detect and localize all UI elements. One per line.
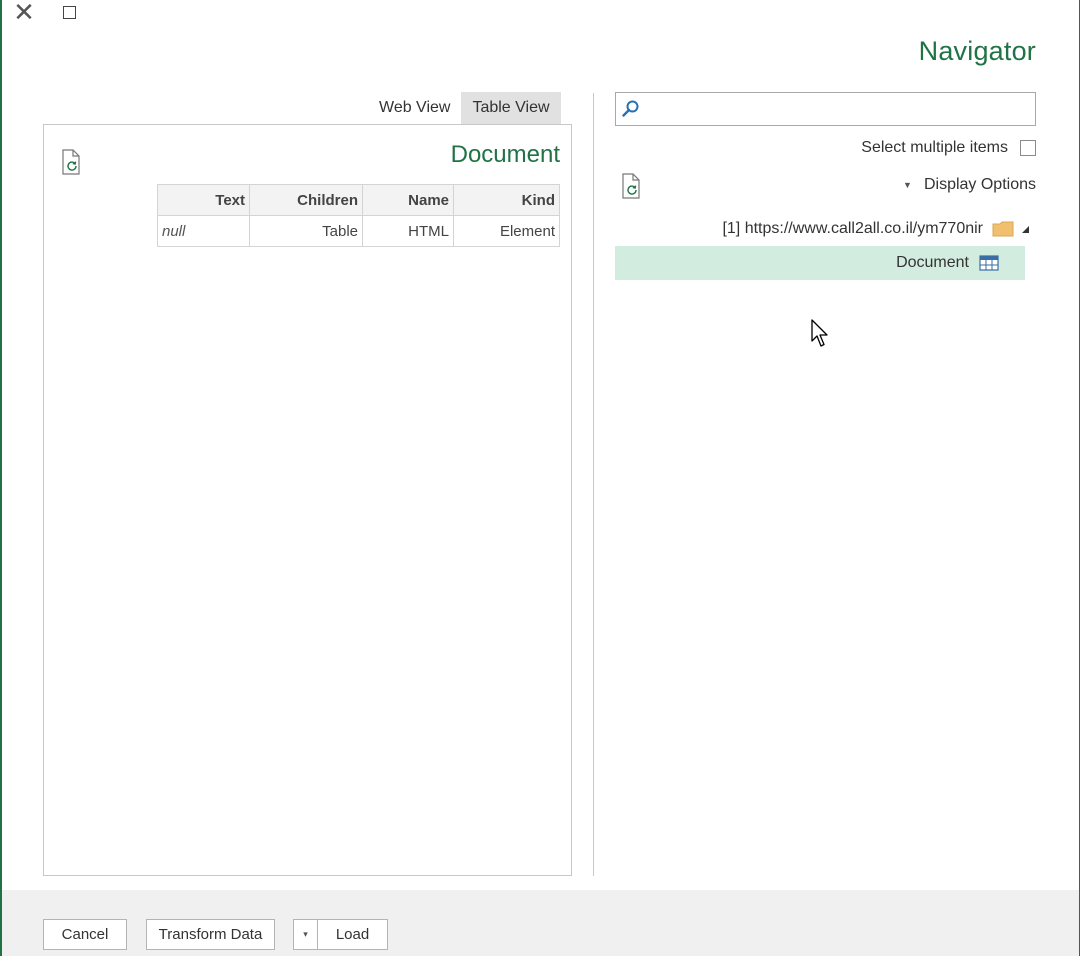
select-multiple-label: Select multiple items [861,139,1008,156]
cell-children[interactable]: Table [249,215,363,247]
tree-item-document[interactable]: Document [615,246,1025,280]
search-input[interactable] [646,93,1031,125]
display-options-label: Display Options [923,176,1036,193]
tree-item-label: Document [896,254,969,271]
mouse-cursor-icon [811,319,828,347]
column-header-kind[interactable]: Kind [453,184,560,216]
load-dropdown-button[interactable]: ▾ [293,919,318,950]
load-button[interactable]: Load [317,919,388,950]
cancel-button[interactable]: Cancel [43,919,127,950]
maximize-square [62,6,76,19]
refresh-icon[interactable] [620,173,642,199]
tree-root-node[interactable]: [1] https://www.call2all.co.il/ym770nir [722,217,1030,241]
preview-table: Text Children Name Kind null Table HTML … [157,184,560,247]
cell-text: null [157,215,250,247]
table-row: null Table HTML Element [157,215,560,247]
select-multiple-items[interactable]: Select multiple items [861,139,1036,157]
select-multiple-checkbox[interactable] [1020,140,1036,156]
transform-data-button[interactable]: Transform Data [146,919,275,950]
search-box[interactable] [615,92,1036,126]
view-tabs: Web View Table View [368,92,561,124]
column-header-children[interactable]: Children [249,184,363,216]
search-icon [622,100,639,117]
display-options-button[interactable]: ▼ Display Options [903,176,1036,194]
dialog-title: Navigator [918,36,1036,66]
close-icon[interactable]: ✕ [9,0,39,26]
pane-divider[interactable] [593,93,594,876]
table-header-row: Text Children Name Kind [157,184,560,216]
tree-root-label: [1] https://www.call2all.co.il/ym770nir [722,220,983,237]
preview-title: Document [450,141,560,168]
table-icon [979,255,999,271]
cell-kind: Element [453,215,560,247]
maximize-icon[interactable] [54,0,84,26]
column-header-name[interactable]: Name [362,184,454,216]
dialog-footer: Cancel Transform Data ▾ Load [2,890,1079,956]
refresh-icon[interactable] [60,149,82,175]
caret-down-icon: ▼ [903,180,912,190]
tab-web-view[interactable]: Web View [368,92,461,124]
tab-table-view[interactable]: Table View [461,92,561,124]
preview-panel: Document Text Children Name Kind null Ta… [43,124,572,876]
expand-triangle-icon[interactable] [1020,224,1030,234]
column-header-text[interactable]: Text [157,184,250,216]
cell-name: HTML [362,215,454,247]
folder-icon [992,221,1014,237]
